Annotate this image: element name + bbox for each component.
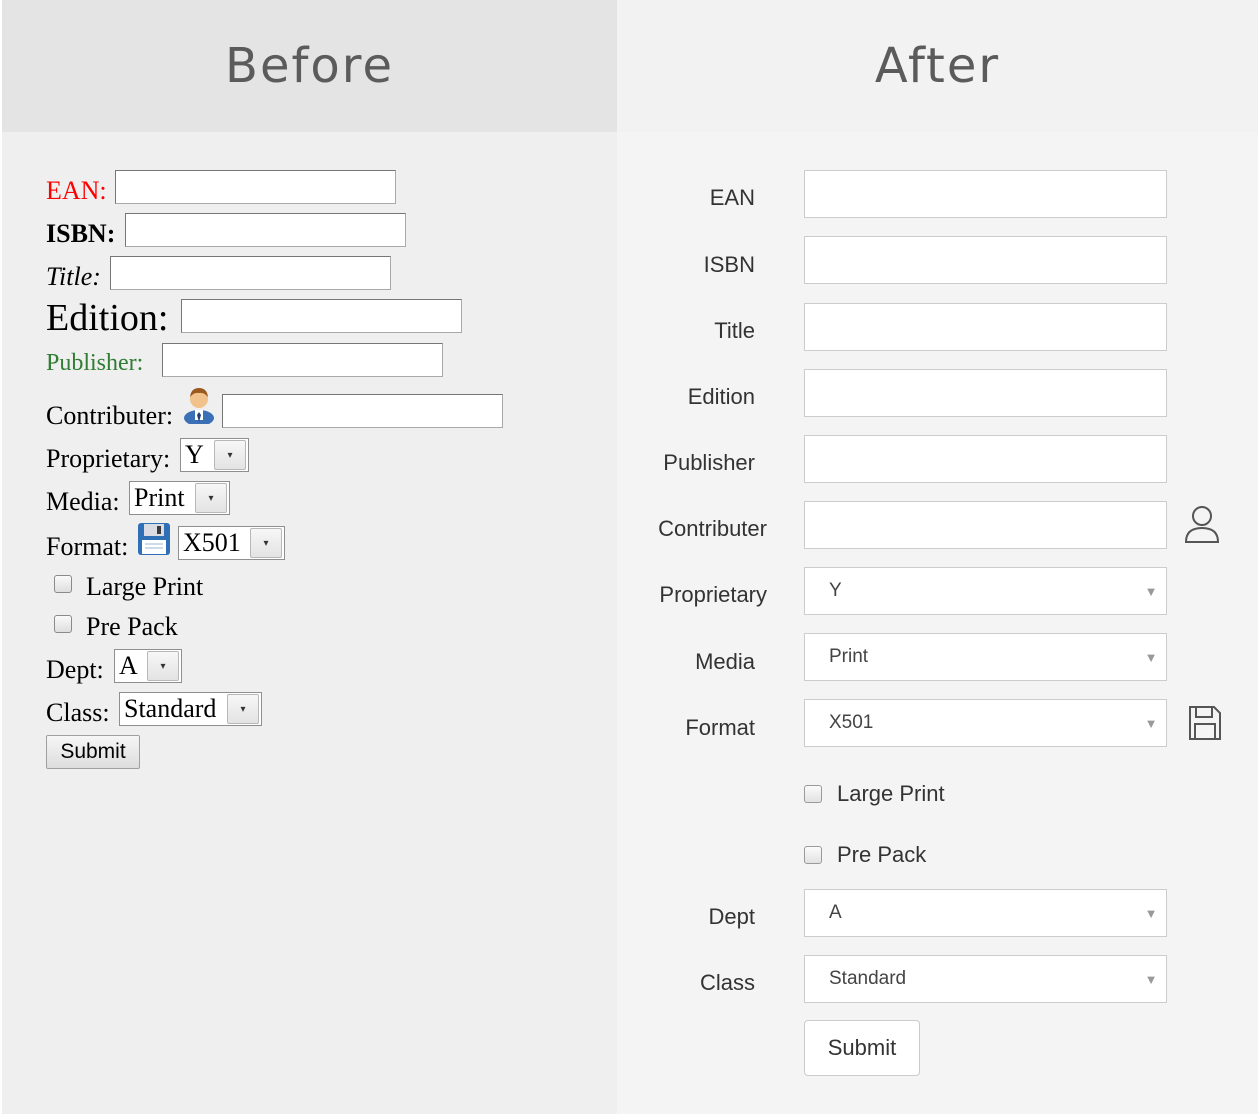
chevron-down-icon: ▼ bbox=[1144, 715, 1158, 731]
contributer-input[interactable] bbox=[804, 501, 1167, 549]
publisher-input[interactable] bbox=[804, 435, 1167, 483]
format-select[interactable]: X501 ▼ bbox=[804, 699, 1167, 747]
proprietary-select[interactable]: Y ▼ bbox=[804, 567, 1167, 615]
chevron-down-icon: ▾ bbox=[250, 528, 282, 558]
edition-label: Edition bbox=[687, 384, 755, 409]
proprietary-select-value: Y bbox=[185, 440, 204, 469]
publisher-input[interactable] bbox=[162, 343, 443, 377]
proprietary-select[interactable]: Y ▾ bbox=[180, 438, 249, 472]
isbn-label: ISBN bbox=[703, 252, 755, 277]
after-submit-button[interactable]: Submit bbox=[804, 1020, 920, 1076]
title-label: Title bbox=[714, 318, 755, 343]
title-label: Title: bbox=[46, 262, 101, 291]
class-select[interactable]: Standard ▾ bbox=[119, 692, 262, 726]
media-select-value: Print bbox=[134, 483, 185, 512]
chevron-down-icon: ▾ bbox=[227, 694, 259, 724]
title-input[interactable] bbox=[110, 256, 391, 290]
before-panel: Before EAN: ISBN: Title: Edition: Publis… bbox=[2, 0, 617, 1114]
chevron-down-icon: ▾ bbox=[147, 651, 179, 681]
proprietary-label: Proprietary: bbox=[46, 444, 171, 473]
pre-pack-checkbox[interactable] bbox=[54, 615, 72, 633]
class-label: Class: bbox=[46, 698, 110, 727]
person-icon[interactable] bbox=[182, 384, 216, 429]
chevron-down-icon: ▼ bbox=[1144, 649, 1158, 665]
class-select-value: Standard bbox=[124, 694, 217, 723]
dept-select-value: A bbox=[829, 902, 842, 923]
contributer-label: Contributer bbox=[658, 516, 767, 541]
chevron-down-icon: ▾ bbox=[214, 440, 246, 470]
dept-select-value: A bbox=[119, 651, 138, 680]
pre-pack-label: Pre Pack bbox=[86, 612, 178, 641]
edition-input[interactable] bbox=[181, 299, 462, 333]
large-print-label: Large Print bbox=[86, 572, 204, 601]
proprietary-select-value: Y bbox=[829, 580, 842, 601]
class-label: Class bbox=[699, 970, 755, 995]
media-select-value: Print bbox=[829, 646, 869, 667]
class-select-value: Standard bbox=[829, 968, 907, 989]
ean-input[interactable] bbox=[115, 170, 396, 204]
title-input[interactable] bbox=[804, 303, 1167, 351]
format-select-value: X501 bbox=[183, 528, 241, 557]
ean-label: EAN: bbox=[46, 176, 107, 205]
after-title: After bbox=[617, 0, 1258, 132]
edition-label: Edition: bbox=[46, 297, 169, 339]
dept-label: Dept: bbox=[46, 655, 104, 684]
format-select-value: X501 bbox=[829, 712, 874, 733]
media-label: Media bbox=[695, 649, 755, 674]
large-print-checkbox[interactable] bbox=[804, 785, 822, 803]
proprietary-label: Proprietary bbox=[659, 582, 767, 607]
pre-pack-checkbox[interactable] bbox=[804, 846, 822, 864]
chevron-down-icon: ▾ bbox=[195, 483, 227, 513]
floppy-disk-icon[interactable] bbox=[137, 522, 171, 561]
media-select[interactable]: Print ▾ bbox=[129, 481, 230, 515]
class-select[interactable]: Standard ▼ bbox=[804, 955, 1167, 1003]
media-label: Media: bbox=[46, 487, 120, 516]
before-title: Before bbox=[2, 0, 617, 132]
edition-input[interactable] bbox=[804, 369, 1167, 417]
publisher-label: Publisher: bbox=[46, 350, 144, 376]
format-label: Format: bbox=[46, 532, 129, 561]
large-print-label: Large Print bbox=[837, 781, 945, 806]
after-panel: After EAN ISBN Title Edition Publisher C… bbox=[617, 0, 1258, 1114]
save-icon[interactable] bbox=[1188, 705, 1222, 746]
chevron-down-icon: ▼ bbox=[1144, 905, 1158, 921]
media-select[interactable]: Print ▼ bbox=[804, 633, 1167, 681]
chevron-down-icon: ▼ bbox=[1144, 583, 1158, 599]
dept-select[interactable]: A ▾ bbox=[114, 649, 182, 683]
publisher-label: Publisher bbox=[663, 450, 755, 475]
user-icon[interactable] bbox=[1183, 504, 1221, 549]
chevron-down-icon: ▼ bbox=[1144, 971, 1158, 987]
dept-label: Dept bbox=[708, 904, 755, 929]
format-select[interactable]: X501 ▾ bbox=[178, 526, 285, 560]
isbn-input[interactable] bbox=[804, 236, 1167, 284]
isbn-label: ISBN: bbox=[46, 219, 116, 248]
isbn-input[interactable] bbox=[125, 213, 406, 247]
large-print-checkbox[interactable] bbox=[54, 575, 72, 593]
pre-pack-label: Pre Pack bbox=[837, 842, 927, 867]
format-label: Format bbox=[685, 715, 755, 740]
ean-input[interactable] bbox=[804, 170, 1167, 218]
ean-label: EAN bbox=[709, 185, 755, 210]
contributer-label: Contributer: bbox=[46, 401, 174, 430]
contributer-input[interactable] bbox=[222, 394, 503, 428]
dept-select[interactable]: A ▼ bbox=[804, 889, 1167, 937]
before-submit-button[interactable]: Submit bbox=[46, 735, 140, 769]
